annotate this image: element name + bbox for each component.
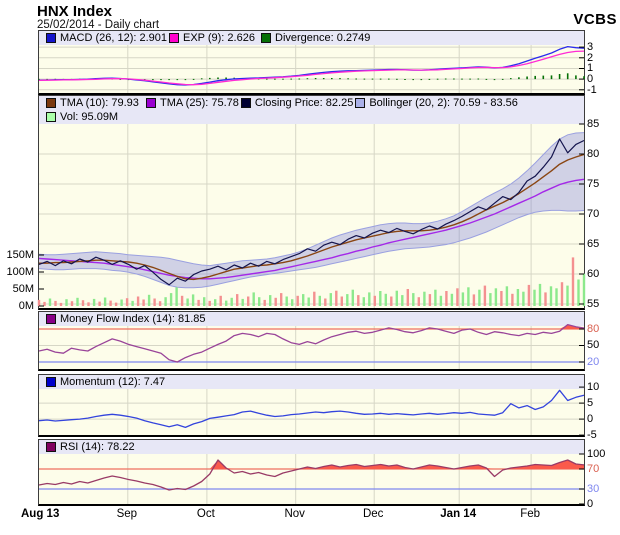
rsi-legend: RSI (14): 78.22 <box>39 440 584 454</box>
volume-swatch-icon <box>46 112 56 122</box>
panel-rsi: RSI (14): 78.22 <box>38 439 585 506</box>
panel-macd: MACD (26, 12): 2.901 EXP (9): 2.626 Diverg… <box>38 30 585 95</box>
y-axis-label: 10 <box>587 381 599 393</box>
legend-label: RSI (14): 78.22 <box>60 441 135 454</box>
legend-row: RSI (14): 78.22 <box>44 440 584 454</box>
legend-label: Closing Price: 82.25 <box>255 97 353 110</box>
rsi-swatch-icon <box>46 442 56 452</box>
x-axis-label: Aug 13 <box>12 508 68 520</box>
y-axis-label: 70 <box>587 208 599 220</box>
closing-price-swatch-icon <box>241 98 251 108</box>
legend-item-macd: EXP (9): 2.626 <box>167 32 259 45</box>
volume-axis-label: 150M <box>0 249 34 261</box>
legend-label: EXP (9): 2.626 <box>183 32 255 45</box>
legend-row: TMA (10): 79.93 TMA (25): 75.78 Closing Pr… <box>44 96 584 110</box>
y-axis-label: 50 <box>587 339 599 351</box>
y-axis-label: 75 <box>587 178 599 190</box>
x-axis-label: Nov <box>267 508 323 520</box>
x-axis-label: Jan 14 <box>430 508 486 520</box>
legend-label: Vol: 95.09M <box>60 111 118 124</box>
legend-label: Divergence: 0.2749 <box>275 32 370 45</box>
y-axis-label: 85 <box>587 118 599 130</box>
y-axis-label: -1 <box>587 84 597 96</box>
y-axis-label: 30 <box>587 483 599 495</box>
legend-label: TMA (10): 79.93 <box>60 97 139 110</box>
legend-item-mfi: Money Flow Index (14): 81.85 <box>44 313 206 326</box>
legend-label: TMA (25): 75.78 <box>160 97 239 110</box>
y-axis-label: 70 <box>587 463 599 475</box>
macd-legend: MACD (26, 12): 2.901 EXP (9): 2.626 Diverg… <box>39 31 584 45</box>
legend-item-price: Closing Price: 82.25 <box>239 97 353 110</box>
x-axis-label: Oct <box>178 508 234 520</box>
macd-swatch-icon <box>46 33 56 43</box>
momentum-legend: Momentum (12): 7.47 <box>39 375 584 389</box>
legend-label: Bollinger (20, 2): 70.59 - 83.56 <box>369 97 518 110</box>
y-axis-label: 0 <box>587 498 593 510</box>
legend-row: Vol: 95.09M <box>44 110 584 124</box>
legend-item-rsi: RSI (14): 78.22 <box>44 441 135 454</box>
legend-item-macd: MACD (26, 12): 2.901 <box>44 32 167 45</box>
bollinger-swatch-icon <box>355 98 365 108</box>
y-axis-label: 0 <box>587 413 593 425</box>
y-axis-label: 80 <box>587 148 599 160</box>
legend-item-momentum: Momentum (12): 7.47 <box>44 376 165 389</box>
legend-item-macd: Divergence: 0.2749 <box>259 32 370 45</box>
legend-row: Momentum (12): 7.47 <box>44 375 584 389</box>
x-axis-label: Sep <box>99 508 155 520</box>
mfi-legend: Money Flow Index (14): 81.85 <box>39 312 584 326</box>
panel-price: TMA (10): 79.93 TMA (25): 75.78 Closing Pr… <box>38 95 585 310</box>
legend-item-price: TMA (25): 75.78 <box>144 97 239 110</box>
y-axis-label: 5 <box>587 397 593 409</box>
y-axis-label: 80 <box>587 323 599 335</box>
legend-row: MACD (26, 12): 2.901 EXP (9): 2.626 Diverg… <box>44 31 584 45</box>
y-axis-label: 100 <box>587 448 605 460</box>
chart-area: MACD (26, 12): 2.901 EXP (9): 2.626 Diverg… <box>0 0 620 535</box>
momentum-swatch-icon <box>46 377 56 387</box>
y-axis-label: 55 <box>587 298 599 310</box>
legend-row: Money Flow Index (14): 81.85 <box>44 312 584 326</box>
y-axis-label: 65 <box>587 238 599 250</box>
legend-item-price: Bollinger (20, 2): 70.59 - 83.56 <box>353 97 518 110</box>
volume-axis-label: 50M <box>0 283 34 295</box>
legend-label: Money Flow Index (14): 81.85 <box>60 313 206 326</box>
legend-label: MACD (26, 12): 2.901 <box>60 32 167 45</box>
exp-swatch-icon <box>169 33 179 43</box>
y-axis-label: 20 <box>587 356 599 368</box>
panel-momentum: Momentum (12): 7.47 <box>38 374 585 437</box>
tma10-swatch-icon <box>46 98 56 108</box>
legend-item-price: TMA (10): 79.93 <box>44 97 144 110</box>
legend-item-price: Vol: 95.09M <box>44 111 118 124</box>
x-axis-label: Dec <box>345 508 401 520</box>
divergence-swatch-icon <box>261 33 271 43</box>
x-axis-label: Feb <box>502 508 558 520</box>
legend-label: Momentum (12): 7.47 <box>60 376 165 389</box>
price-legend: TMA (10): 79.93 TMA (25): 75.78 Closing Pr… <box>39 96 584 124</box>
tma25-swatch-icon <box>146 98 156 108</box>
y-axis-label: -5 <box>587 429 597 441</box>
volume-axis-label: 0M <box>0 300 34 312</box>
panel-mfi: Money Flow Index (14): 81.85 <box>38 311 585 371</box>
volume-axis-label: 100M <box>0 266 34 278</box>
y-axis-label: 60 <box>587 268 599 280</box>
mfi-swatch-icon <box>46 314 56 324</box>
